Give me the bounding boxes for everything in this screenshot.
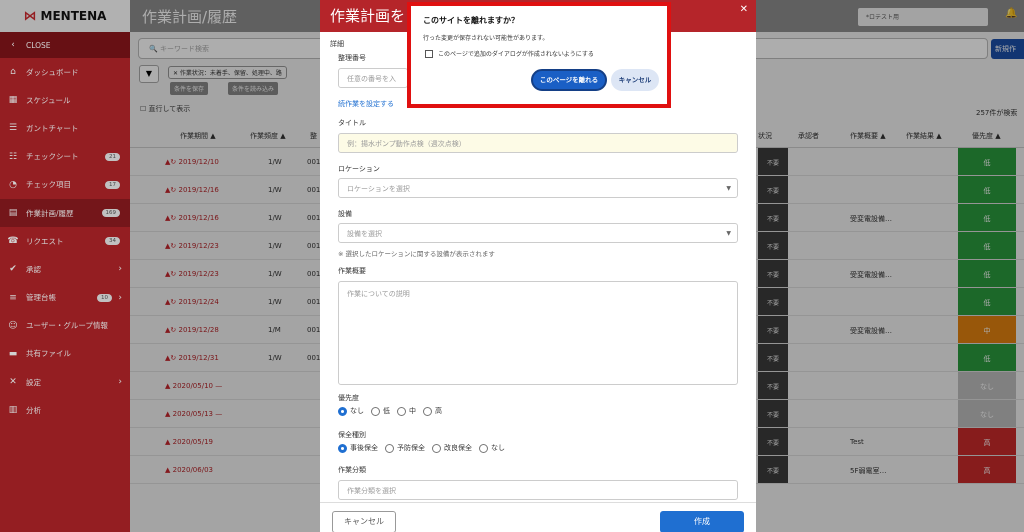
suppress-dialog-label: このページで追加のダイアログが作成されないようにする bbox=[438, 51, 594, 58]
radio-label: 改良保全 bbox=[444, 444, 472, 452]
modal-footer: キャンセル 作成 bbox=[320, 502, 756, 532]
radio-icon[interactable] bbox=[371, 406, 380, 416]
prio-option[interactable]: 高 bbox=[423, 406, 442, 416]
equipment-placeholder: 設備を選択 bbox=[347, 230, 382, 238]
title-label: タイトル bbox=[338, 119, 366, 127]
radio-icon[interactable] bbox=[385, 443, 394, 453]
equipment-label: 設備 bbox=[338, 210, 352, 218]
radio-label: 予防保全 bbox=[397, 444, 425, 452]
create-button[interactable]: 作成 bbox=[660, 511, 744, 532]
summary-textarea[interactable]: 作業についての説明 bbox=[338, 281, 738, 385]
maint-option[interactable]: 改良保全 bbox=[432, 443, 472, 453]
equipment-help: ※ 選択したロケーションに関する設備が表示されます bbox=[338, 250, 495, 258]
radio-icon[interactable] bbox=[338, 443, 347, 453]
dialog-message: 行った変更が保存されない可能性があります。 bbox=[423, 35, 549, 42]
radio-icon[interactable] bbox=[397, 406, 406, 416]
radio-label: 高 bbox=[435, 407, 442, 415]
prio-option[interactable]: なし bbox=[338, 406, 364, 416]
location-select[interactable]: ロケーションを選択 ▼ bbox=[338, 178, 738, 198]
dialog-title: このサイトを離れますか？ bbox=[423, 16, 519, 25]
summary-label: 作業概要 bbox=[338, 267, 366, 275]
radio-icon[interactable] bbox=[479, 443, 488, 453]
mgmt-number-input[interactable]: 任意の番号を入 bbox=[338, 68, 408, 88]
continue-work-link[interactable]: 続作業を設定する bbox=[338, 99, 394, 109]
radio-icon[interactable] bbox=[338, 406, 347, 416]
suppress-dialog-checkbox[interactable]: このページで追加のダイアログが作成されないようにする bbox=[425, 49, 594, 58]
modal-cancel-button[interactable]: キャンセル bbox=[332, 511, 396, 532]
radio-label: 中 bbox=[409, 407, 416, 415]
radio-icon[interactable] bbox=[432, 443, 441, 453]
radio-label: なし bbox=[491, 444, 505, 452]
leave-page-button[interactable]: このページを離れる bbox=[531, 69, 607, 91]
equipment-select[interactable]: 設備を選択 ▼ bbox=[338, 223, 738, 243]
leave-site-dialog: このサイトを離れますか？ 行った変更が保存されない可能性があります。 このページ… bbox=[407, 2, 671, 108]
prio-option[interactable]: 低 bbox=[371, 406, 390, 416]
chevron-down-icon: ▼ bbox=[726, 185, 731, 192]
radio-icon[interactable] bbox=[423, 406, 432, 416]
priority-radio-group: なし 低 中 高 bbox=[338, 406, 442, 416]
section-label: 詳細 bbox=[330, 40, 344, 48]
dialog-cancel-button[interactable]: キャンセル bbox=[611, 69, 659, 91]
maint-option[interactable]: 事後保全 bbox=[338, 443, 378, 453]
category-label: 作業分類 bbox=[338, 466, 366, 474]
priority-label: 優先度 bbox=[338, 394, 359, 402]
radio-label: 事後保全 bbox=[350, 444, 378, 452]
sidebar-backdrop bbox=[0, 0, 130, 532]
chevron-down-icon: ▼ bbox=[726, 230, 731, 237]
maint-option[interactable]: なし bbox=[479, 443, 505, 453]
maint-option[interactable]: 予防保全 bbox=[385, 443, 425, 453]
location-placeholder: ロケーションを選択 bbox=[347, 185, 410, 193]
radio-label: 低 bbox=[383, 407, 390, 415]
mgmt-number-label: 整理番号 bbox=[338, 54, 366, 62]
radio-label: なし bbox=[350, 407, 364, 415]
location-label: ロケーション bbox=[338, 165, 380, 173]
prio-option[interactable]: 中 bbox=[397, 406, 416, 416]
category-select[interactable]: 作業分類を選択 bbox=[338, 480, 738, 500]
title-input[interactable]: 例：揚水ポンプ動作点検（週次点検） bbox=[338, 133, 738, 153]
maintenance-radio-group: 事後保全 予防保全 改良保全 なし bbox=[338, 443, 505, 453]
close-icon[interactable]: ✕ bbox=[740, 4, 748, 15]
maintenance-label: 保全種別 bbox=[338, 431, 366, 439]
checkbox-icon[interactable] bbox=[425, 49, 433, 58]
